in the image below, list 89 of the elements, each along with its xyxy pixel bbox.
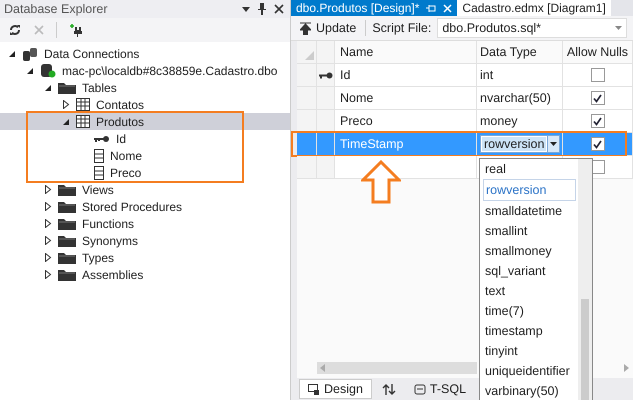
refresh-icon[interactable] xyxy=(8,23,22,37)
design-icon xyxy=(308,384,320,394)
close-icon[interactable] xyxy=(274,4,284,14)
tree-item[interactable]: Stored Procedures xyxy=(82,200,182,214)
folder-icon xyxy=(58,268,76,281)
panel-title: Database Explorer xyxy=(4,2,109,16)
database-icon xyxy=(22,46,38,60)
sql-icon xyxy=(414,384,426,394)
table-cell: Id xyxy=(335,64,477,86)
expanded-triangle-icon[interactable] xyxy=(62,118,70,126)
checkbox[interactable] xyxy=(590,114,604,128)
list-item[interactable]: tinyint xyxy=(483,341,576,361)
tree-item[interactable]: Id xyxy=(116,132,126,146)
key-icon xyxy=(94,134,110,142)
tree-item[interactable]: Tables xyxy=(82,80,117,94)
script-file-label: Script File: xyxy=(372,21,432,35)
collapsed-triangle-icon[interactable] xyxy=(44,219,52,228)
folder-icon xyxy=(58,217,76,230)
check-icon xyxy=(593,94,602,102)
column-header[interactable]: Data Type xyxy=(477,41,563,63)
folder-icon xyxy=(58,234,76,247)
collapsed-triangle-icon[interactable] xyxy=(44,202,52,211)
column-header[interactable]: Allow Nulls xyxy=(563,41,633,63)
tree-item[interactable]: Preco xyxy=(110,166,142,180)
check-icon xyxy=(593,140,602,148)
checkbox[interactable] xyxy=(590,137,604,151)
table-cell: int xyxy=(480,68,494,82)
list-item[interactable]: timestamp xyxy=(483,321,576,341)
tree-item[interactable]: Assemblies xyxy=(82,268,144,282)
tree-item[interactable]: Contatos xyxy=(96,98,144,112)
column-icon xyxy=(94,148,104,162)
update-button[interactable]: Update xyxy=(297,19,360,37)
dropdown-icon[interactable] xyxy=(242,6,250,12)
expanded-triangle-icon[interactable] xyxy=(26,66,34,74)
expanded-triangle-icon[interactable] xyxy=(8,50,16,58)
tree-item[interactable]: Synonyms xyxy=(82,234,138,248)
folder-icon xyxy=(58,200,76,213)
document-tab[interactable]: Cadastro.edmx [Diagram1] xyxy=(457,0,611,16)
collapsed-triangle-icon[interactable] xyxy=(62,100,70,109)
script-file-dropdown[interactable]: dbo.Produtos.sql* xyxy=(437,18,627,38)
checkbox[interactable] xyxy=(590,91,604,105)
pin-icon[interactable] xyxy=(258,3,266,15)
folder-icon xyxy=(58,183,76,196)
collapsed-triangle-icon[interactable] xyxy=(44,236,52,245)
tree-item[interactable]: Produtos xyxy=(96,114,144,128)
list-item[interactable]: uniqueidentifier xyxy=(483,361,576,381)
tree-item[interactable]: mac-pc\localdb#8c38859e.Cadastro.dbo xyxy=(62,64,278,78)
collapsed-triangle-icon[interactable] xyxy=(44,253,52,262)
list-item[interactable]: sql_variant xyxy=(483,261,576,281)
column-header[interactable]: Name xyxy=(335,41,477,63)
view-tab[interactable]: Design xyxy=(299,379,372,399)
tree-item[interactable]: Functions xyxy=(82,216,134,230)
vertical-scrollbar[interactable] xyxy=(578,159,592,400)
list-item[interactable]: text xyxy=(483,281,576,301)
dropdown-arrow-icon xyxy=(615,26,622,30)
plug-icon[interactable] xyxy=(69,22,85,38)
dropdown-arrow-icon xyxy=(550,142,558,146)
upload-arrow-icon xyxy=(300,22,311,34)
list-item[interactable]: time(7) xyxy=(483,301,576,321)
folder-icon xyxy=(58,251,76,264)
collapsed-triangle-icon[interactable] xyxy=(44,270,52,279)
table-cell: TimeStamp xyxy=(335,133,477,155)
table-cell: money xyxy=(480,114,518,128)
table-cell: nvarchar(50) xyxy=(480,91,551,105)
list-item[interactable]: smallmoney xyxy=(483,241,576,261)
tree-item[interactable]: Nome xyxy=(110,148,142,162)
view-tab[interactable]: T-SQL xyxy=(406,380,474,398)
list-item[interactable]: smallint xyxy=(483,221,576,241)
checkbox[interactable] xyxy=(590,68,604,82)
column-icon xyxy=(94,166,104,180)
list-item[interactable]: varbinary(50) xyxy=(483,381,576,400)
expanded-triangle-icon[interactable] xyxy=(44,84,52,92)
list-item[interactable]: smalldatetime xyxy=(483,201,576,221)
table-cell: Nome xyxy=(335,87,477,109)
folder-icon xyxy=(58,81,76,94)
swap-panes-icon[interactable] xyxy=(382,384,396,394)
tree-item[interactable]: Data Connections xyxy=(44,46,140,60)
database-icon xyxy=(40,63,56,78)
tree-item[interactable]: Types xyxy=(82,250,114,264)
table-icon xyxy=(76,115,90,128)
list-item[interactable]: rowversion xyxy=(483,179,576,201)
tree-item[interactable]: Views xyxy=(82,182,114,196)
check-icon xyxy=(593,116,602,126)
corner-triangle-icon xyxy=(305,51,314,60)
collapsed-triangle-icon[interactable] xyxy=(44,185,52,194)
horizontal-scrollbar[interactable] xyxy=(317,362,477,374)
data-type-combobox[interactable]: rowversion xyxy=(480,135,560,153)
table-cell: Preco xyxy=(335,110,477,132)
table-icon xyxy=(76,98,90,111)
